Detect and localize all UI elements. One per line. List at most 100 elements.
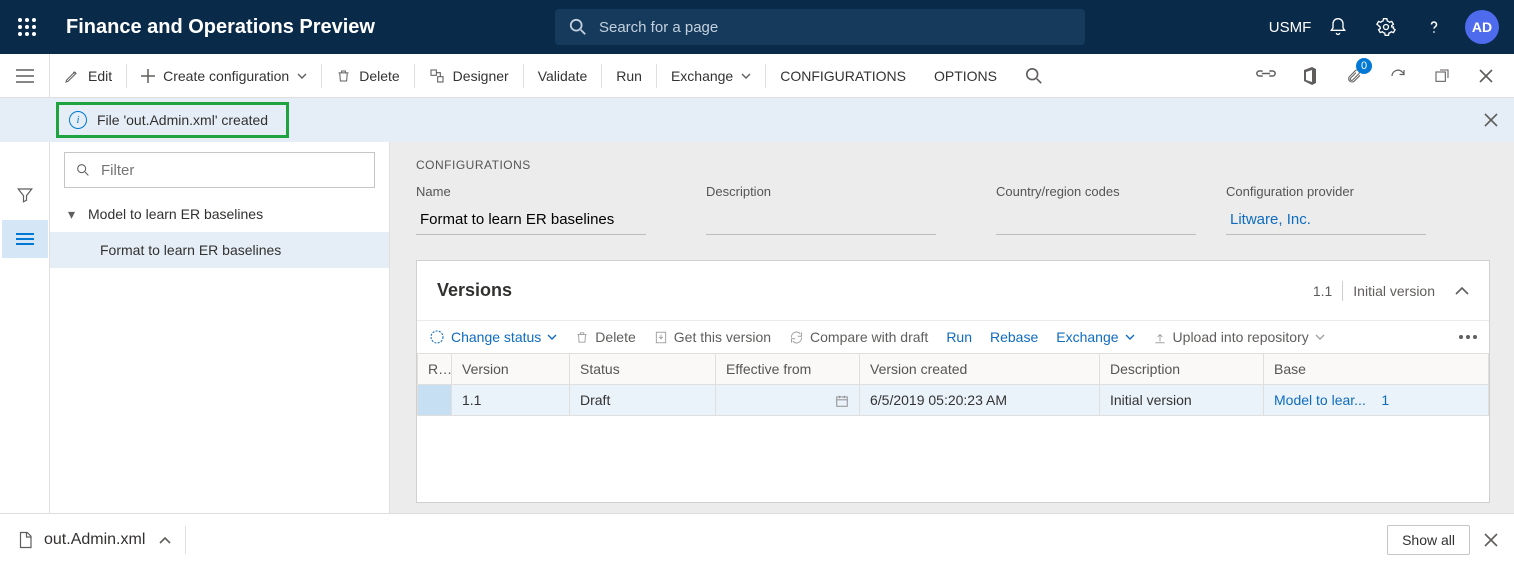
grid-header-row: R... Version Status Effective from Versi… xyxy=(418,354,1489,385)
options-label: OPTIONS xyxy=(934,68,997,84)
tree-node-child[interactable]: Format to learn ER baselines xyxy=(50,232,389,268)
settings-button[interactable] xyxy=(1364,0,1408,54)
col-created[interactable]: Version created xyxy=(860,354,1100,385)
hamburger-icon xyxy=(16,69,34,83)
pencil-icon xyxy=(64,68,80,84)
versions-card: Versions 1.1 Initial version Change stat… xyxy=(416,260,1490,503)
designer-button[interactable]: Designer xyxy=(415,54,523,98)
footer-close-button[interactable] xyxy=(1484,533,1498,547)
tab-configurations[interactable]: CONFIGURATIONS xyxy=(766,54,920,98)
edit-button[interactable]: Edit xyxy=(50,54,126,98)
waffle-button[interactable] xyxy=(0,0,54,54)
version-exchange-button[interactable]: Exchange xyxy=(1056,329,1134,345)
popout-icon xyxy=(1434,68,1450,84)
designer-label: Designer xyxy=(453,68,509,84)
downloaded-file[interactable]: out.Admin.xml xyxy=(16,530,145,550)
global-search[interactable] xyxy=(555,9,1085,45)
list-icon xyxy=(16,232,34,246)
configurations-label: CONFIGURATIONS xyxy=(780,68,906,84)
version-delete-label: Delete xyxy=(595,329,635,345)
version-exchange-label: Exchange xyxy=(1056,329,1118,345)
delete-label: Delete xyxy=(359,68,399,84)
tree-filter-input[interactable] xyxy=(101,162,364,179)
exchange-button[interactable]: Exchange xyxy=(657,54,765,98)
run-button[interactable]: Run xyxy=(602,54,656,98)
close-icon xyxy=(1484,113,1498,127)
nav-toggle[interactable] xyxy=(0,54,50,98)
tree-filter[interactable] xyxy=(64,152,375,188)
user-avatar[interactable]: AD xyxy=(1460,0,1504,54)
chevron-down-icon xyxy=(547,334,557,340)
upload-repo-label: Upload into repository xyxy=(1173,329,1309,345)
validate-label: Validate xyxy=(538,68,588,84)
tree-node-parent[interactable]: ▾ Model to learn ER baselines xyxy=(50,196,389,232)
upload-repo-button[interactable]: Upload into repository xyxy=(1153,329,1325,345)
office-button[interactable] xyxy=(1294,60,1326,92)
rail-list-button[interactable] xyxy=(2,220,48,258)
col-effective[interactable]: Effective from xyxy=(716,354,860,385)
delete-button[interactable]: Delete xyxy=(322,54,413,98)
cell-created[interactable]: 6/5/2019 05:20:23 AM xyxy=(860,385,1100,416)
field-region: Country/region codes xyxy=(996,184,1166,235)
version-run-button[interactable]: Run xyxy=(946,329,972,345)
col-description[interactable]: Description xyxy=(1100,354,1264,385)
company-picker[interactable]: USMF xyxy=(1268,0,1312,54)
cell-base-num[interactable]: 1 xyxy=(1381,392,1389,408)
chevron-up-icon xyxy=(159,536,171,544)
cell-base[interactable]: Model to lear... 1 xyxy=(1264,385,1489,416)
col-r[interactable]: R... xyxy=(418,354,452,385)
info-icon: i xyxy=(69,111,87,129)
waffle-icon xyxy=(18,18,36,36)
grid-data-row[interactable]: 1.1 Draft 6/5/2019 05:20:23 AM Initial v… xyxy=(418,385,1489,416)
page-body: ▾ Model to learn ER baselines Format to … xyxy=(0,142,1514,513)
plus-icon xyxy=(141,69,155,83)
dismiss-message-button[interactable] xyxy=(1484,113,1498,127)
show-all-button[interactable]: Show all xyxy=(1387,525,1470,555)
refresh-button[interactable] xyxy=(1382,60,1414,92)
refresh-icon xyxy=(1389,67,1407,85)
compare-button[interactable]: Compare with draft xyxy=(789,329,928,345)
close-page-button[interactable] xyxy=(1470,60,1502,92)
global-search-input[interactable] xyxy=(599,19,1071,36)
collapse-button[interactable] xyxy=(1455,287,1469,295)
col-status[interactable]: Status xyxy=(570,354,716,385)
search-icon xyxy=(1025,67,1043,85)
cell-description[interactable]: Initial version xyxy=(1100,385,1264,416)
field-description-input[interactable] xyxy=(706,205,936,235)
file-menu-button[interactable] xyxy=(159,536,171,544)
more-actions-button[interactable] xyxy=(1459,335,1477,339)
change-status-button[interactable]: Change status xyxy=(429,329,557,345)
cell-r[interactable] xyxy=(418,385,452,416)
tree-node-label: Format to learn ER baselines xyxy=(100,242,281,258)
field-provider-input[interactable] xyxy=(1226,205,1426,235)
field-name-input[interactable] xyxy=(416,205,646,235)
cell-version[interactable]: 1.1 xyxy=(452,385,570,416)
cell-status[interactable]: Draft xyxy=(570,385,716,416)
get-version-button[interactable]: Get this version xyxy=(654,329,771,345)
create-config-button[interactable]: Create configuration xyxy=(127,54,321,98)
rail-filter-button[interactable] xyxy=(2,176,48,214)
caret-icon: ▾ xyxy=(68,206,80,223)
version-delete-button[interactable]: Delete xyxy=(575,329,635,345)
trash-icon xyxy=(336,68,351,84)
filter-icon xyxy=(75,162,91,178)
validate-button[interactable]: Validate xyxy=(524,54,602,98)
field-description-label: Description xyxy=(706,184,936,199)
col-base[interactable]: Base xyxy=(1264,354,1489,385)
search-action[interactable] xyxy=(1011,54,1057,98)
related-links-button[interactable] xyxy=(1250,60,1282,92)
compare-icon xyxy=(789,330,804,345)
field-region-label: Country/region codes xyxy=(996,184,1166,199)
field-provider-label: Configuration provider xyxy=(1226,184,1426,199)
col-version[interactable]: Version xyxy=(452,354,570,385)
field-region-input[interactable] xyxy=(996,205,1196,235)
cell-base-link[interactable]: Model to lear... xyxy=(1274,392,1366,408)
popout-button[interactable] xyxy=(1426,60,1458,92)
notifications-button[interactable] xyxy=(1316,0,1360,54)
attachments-button[interactable]: 0 xyxy=(1338,60,1370,92)
cell-effective[interactable] xyxy=(716,385,860,416)
tab-options[interactable]: OPTIONS xyxy=(920,54,1011,98)
help-button[interactable] xyxy=(1412,0,1456,54)
versions-header: Versions 1.1 Initial version xyxy=(417,261,1489,321)
rebase-button[interactable]: Rebase xyxy=(990,329,1038,345)
